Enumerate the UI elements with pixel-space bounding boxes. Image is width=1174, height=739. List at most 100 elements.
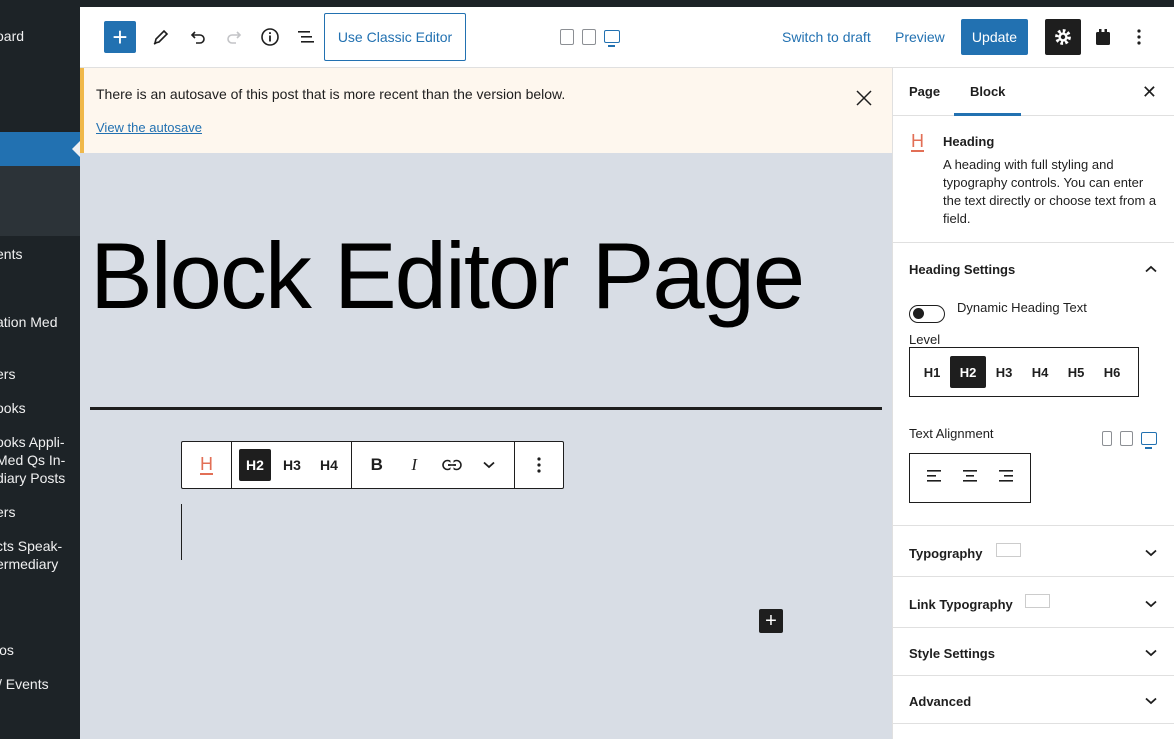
admin-menu-item[interactable]: ios xyxy=(0,641,14,659)
page-title[interactable]: Block Editor Page xyxy=(90,229,805,323)
bold-button[interactable]: B xyxy=(362,449,392,481)
block-name: Heading xyxy=(943,134,995,149)
update-button[interactable]: Update xyxy=(961,19,1028,55)
chevron-down-icon[interactable] xyxy=(1145,546,1157,560)
chevron-down-icon[interactable] xyxy=(474,449,504,481)
admin-menu-active-item[interactable] xyxy=(0,132,80,166)
link-typography-title[interactable]: Link Typography xyxy=(909,597,1013,612)
add-block-button[interactable]: + xyxy=(104,21,136,53)
heading-level-group: H2 H3 H4 xyxy=(232,442,352,488)
level-label: Level xyxy=(909,332,941,347)
more-options-icon[interactable] xyxy=(1125,19,1153,55)
chevron-up-icon[interactable] xyxy=(1145,262,1157,276)
align-left-icon[interactable] xyxy=(926,469,942,488)
admin-menu-item[interactable]: diary Posts xyxy=(0,469,65,487)
plugin-block-icon[interactable] xyxy=(1087,19,1119,55)
tab-block[interactable]: Block xyxy=(953,84,1023,116)
advanced-title[interactable]: Advanced xyxy=(909,694,971,709)
view-autosave-link[interactable]: View the autosave xyxy=(96,120,202,135)
tablet-preview-icon[interactable] xyxy=(582,29,596,45)
desktop-icon[interactable] xyxy=(1141,432,1157,449)
settings-sidebar: Page Block ✕ H Heading A heading with fu… xyxy=(892,68,1174,739)
undo-icon[interactable] xyxy=(182,21,214,53)
admin-sidebar: oard ents ation Med ers ooks ooks Appli-… xyxy=(0,0,80,739)
admin-menu-item[interactable]: ation Med xyxy=(0,313,57,331)
responsive-switcher xyxy=(1102,431,1157,449)
autosave-notice: There is an autosave of this post that i… xyxy=(80,68,892,153)
admin-menu-item[interactable]: ers xyxy=(0,365,15,383)
admin-bar xyxy=(0,0,1174,7)
level-h4[interactable]: H4 xyxy=(1022,356,1058,388)
heading-settings-title[interactable]: Heading Settings xyxy=(909,262,1015,277)
level-h3[interactable]: H3 xyxy=(986,356,1022,388)
admin-menu-item[interactable]: ooks Appli- xyxy=(0,433,64,451)
chevron-down-icon[interactable] xyxy=(1145,694,1157,708)
mobile-icon[interactable] xyxy=(1102,431,1112,446)
level-h5[interactable]: H5 xyxy=(1058,356,1094,388)
admin-menu-dashboard[interactable]: oard xyxy=(0,27,24,45)
level-h2[interactable]: H2 xyxy=(950,356,986,388)
admin-menu-item[interactable]: ooks xyxy=(0,399,26,417)
heading-block-icon: H xyxy=(911,131,924,152)
heading-settings-panel: Heading Settings Dynamic Heading Text Le… xyxy=(893,243,1174,526)
editor-canvas[interactable]: Block Editor Page H H2 H3 H4 B I + xyxy=(80,153,892,739)
admin-menu-item[interactable]: ents xyxy=(0,245,22,263)
close-sidebar-icon[interactable]: ✕ xyxy=(1142,82,1157,103)
sidebar-tabs: Page Block ✕ xyxy=(893,68,1174,116)
align-right-icon[interactable] xyxy=(998,469,1014,488)
heading-level-h4[interactable]: H4 xyxy=(313,449,345,481)
admin-menu-item[interactable]: ermediary xyxy=(0,555,58,573)
heading-level-h3[interactable]: H3 xyxy=(276,449,308,481)
level-selector: H1 H2 H3 H4 H5 H6 xyxy=(909,347,1139,397)
admin-menu-item[interactable]: / Events xyxy=(0,675,49,693)
tablet-icon[interactable] xyxy=(1120,431,1133,446)
advanced-panel[interactable]: Advanced xyxy=(893,676,1174,724)
block-options-group xyxy=(515,442,563,488)
block-toolbar: H H2 H3 H4 B I xyxy=(181,441,564,489)
chevron-down-icon[interactable] xyxy=(1145,597,1157,611)
link-typography-panel[interactable]: Link Typography xyxy=(893,577,1174,628)
chevron-down-icon[interactable] xyxy=(1145,646,1157,660)
level-h6[interactable]: H6 xyxy=(1094,356,1130,388)
device-preview-switcher xyxy=(560,29,620,47)
typography-swatch xyxy=(996,543,1021,557)
tab-page[interactable]: Page xyxy=(909,84,940,99)
style-settings-panel[interactable]: Style Settings xyxy=(893,628,1174,676)
format-group: B I xyxy=(352,442,515,488)
mobile-preview-icon[interactable] xyxy=(560,29,574,45)
info-icon[interactable] xyxy=(254,21,286,53)
list-view-icon[interactable] xyxy=(290,21,322,53)
preview-button[interactable]: Preview xyxy=(895,29,945,45)
typography-panel[interactable]: Typography xyxy=(893,526,1174,577)
block-type-group: H xyxy=(182,442,232,488)
text-alignment-label: Text Alignment xyxy=(909,426,994,441)
settings-gear-icon[interactable] xyxy=(1045,19,1081,55)
redo-icon[interactable] xyxy=(218,21,250,53)
switch-to-draft-button[interactable]: Switch to draft xyxy=(782,29,871,45)
level-h1[interactable]: H1 xyxy=(914,356,950,388)
link-icon[interactable] xyxy=(437,449,467,481)
admin-submenu xyxy=(0,166,80,236)
alignment-selector xyxy=(909,453,1031,503)
desktop-preview-icon[interactable] xyxy=(604,30,620,47)
block-options-icon[interactable] xyxy=(536,456,542,474)
italic-button[interactable]: I xyxy=(399,449,429,481)
heading-level-h2[interactable]: H2 xyxy=(239,449,271,481)
separator-block[interactable] xyxy=(90,407,882,410)
text-caret xyxy=(181,504,182,560)
dynamic-heading-toggle[interactable] xyxy=(909,305,945,323)
tools-pencil-icon[interactable] xyxy=(145,21,177,53)
block-inserter-button[interactable]: + xyxy=(759,609,783,633)
use-classic-editor-button[interactable]: Use Classic Editor xyxy=(324,13,466,61)
close-icon[interactable] xyxy=(854,88,874,108)
typography-title[interactable]: Typography xyxy=(909,546,982,561)
heading-block-icon[interactable]: H xyxy=(200,455,213,475)
dynamic-heading-label: Dynamic Heading Text xyxy=(957,300,1087,315)
admin-menu-item[interactable]: cts Speak- xyxy=(0,537,62,555)
admin-menu-item[interactable]: ers xyxy=(0,503,15,521)
admin-menu-item[interactable]: Med Qs In- xyxy=(0,451,65,469)
align-center-icon[interactable] xyxy=(962,469,978,488)
editor-toolbar: + Use Classic Editor Switch to draft Pre… xyxy=(80,7,1174,68)
style-settings-title[interactable]: Style Settings xyxy=(909,646,995,661)
autosave-message: There is an autosave of this post that i… xyxy=(96,86,566,102)
